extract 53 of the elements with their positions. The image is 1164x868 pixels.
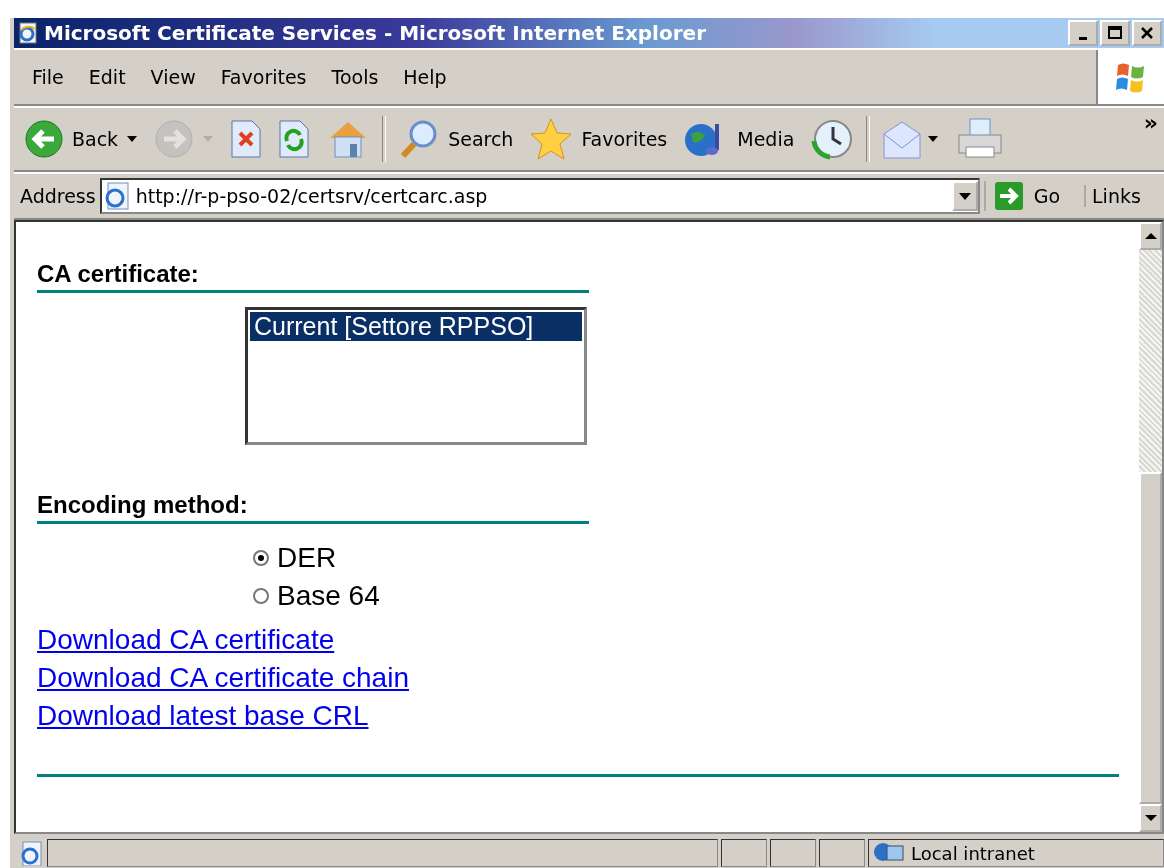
scroll-thumb[interactable] (1139, 471, 1162, 804)
section-heading: CA certificate: (37, 260, 589, 293)
address-label: Address (20, 185, 96, 207)
address-field[interactable]: http://r-p-pso-02/certsrv/certcarc.asp (99, 178, 980, 214)
back-button[interactable]: Back (18, 117, 145, 161)
status-panel (819, 839, 865, 867)
menu-item[interactable]: View (138, 62, 209, 92)
radio-button[interactable] (253, 588, 269, 604)
refresh-icon (278, 119, 311, 159)
radio-label[interactable]: Base 64 (277, 580, 380, 612)
section-heading: Encoding method: (37, 491, 589, 524)
window-title: Microsoft Certificate Services - Microsoft Internet Explorer (44, 21, 706, 45)
more-chevron[interactable]: » (1137, 110, 1164, 135)
caret-icon (126, 135, 139, 143)
go-button[interactable]: Go (983, 181, 1081, 211)
scroll-down-button[interactable] (1139, 804, 1162, 832)
down-arrow-icon (1143, 814, 1158, 822)
close-button[interactable] (1132, 20, 1162, 46)
menu-item[interactable]: File (20, 62, 77, 92)
zone-label: Local intranet (911, 842, 1035, 864)
download-link[interactable]: Download CA certificate chain (37, 662, 409, 694)
up-arrow-icon (1143, 232, 1158, 240)
maximize-icon (1107, 25, 1123, 41)
minimize-button[interactable] (1068, 20, 1098, 46)
favorites-button[interactable]: Favorites (523, 115, 674, 163)
vertical-scrollbar[interactable] (1139, 222, 1162, 832)
printer-icon (956, 117, 1005, 161)
close-icon (1139, 25, 1155, 41)
links-button[interactable]: Links (1084, 185, 1141, 207)
download-link[interactable]: Download latest base CRL (37, 700, 369, 732)
dropdown-button[interactable] (951, 181, 978, 211)
radio-button[interactable] (253, 550, 269, 566)
stop-icon (230, 119, 263, 159)
star-icon (529, 117, 574, 161)
search-button[interactable]: Search (392, 116, 520, 162)
list-option[interactable]: Current [Settore RPPSO] (250, 312, 582, 341)
status-panel (770, 839, 816, 867)
radio-label[interactable]: DER (277, 542, 337, 574)
scroll-up-button[interactable] (1139, 222, 1162, 250)
menu-item[interactable]: Edit (76, 62, 139, 92)
certificate-listbox[interactable]: Current [Settore RPPSO] (245, 307, 587, 445)
status-panel (721, 839, 767, 867)
caret-icon (957, 191, 972, 201)
download-link[interactable]: Download CA certificate (37, 624, 335, 656)
caret-icon (202, 135, 215, 143)
menu-item[interactable]: Favorites (208, 62, 320, 92)
browser-icon (16, 21, 40, 45)
maximize-button[interactable] (1100, 20, 1130, 46)
media-button[interactable]: Media (677, 116, 801, 162)
menu-item[interactable]: Tools (319, 62, 392, 92)
minimize-icon (1079, 36, 1087, 40)
menu-item[interactable]: Help (391, 62, 460, 92)
history-clock-icon (810, 117, 855, 161)
